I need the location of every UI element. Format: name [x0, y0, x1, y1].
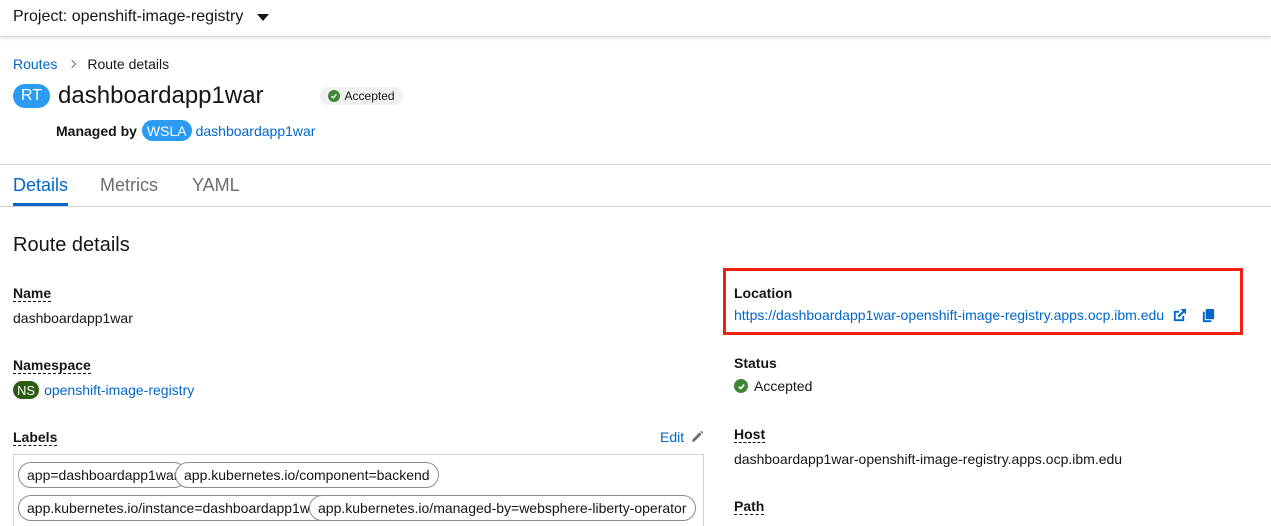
location-link[interactable]: https://dashboardapp1war-openshift-image… [734, 307, 1164, 323]
label-chip: app=dashboardapp1war [18, 462, 188, 488]
managed-by-link[interactable]: dashboardapp1war [196, 123, 316, 139]
namespace-link[interactable]: openshift-image-registry [44, 382, 194, 398]
tab-details[interactable]: Details [13, 175, 68, 196]
labels-box: app=dashboardapp1war app.kubernetes.io/c… [13, 454, 704, 526]
check-circle-icon [327, 90, 340, 102]
caret-down-icon [257, 13, 270, 21]
name-label: Name [13, 285, 52, 302]
status-value-label: Accepted [754, 378, 813, 394]
label-chip: app.kubernetes.io/managed-by=websphere-l… [309, 495, 696, 521]
section-title: Route details [13, 234, 130, 256]
active-tab-indicator [13, 203, 68, 206]
pencil-icon [692, 430, 704, 442]
tab-metrics[interactable]: Metrics [100, 175, 158, 196]
location-value: https://dashboardapp1war-openshift-image… [734, 307, 1216, 323]
name-value: dashboardapp1war [13, 310, 133, 326]
check-circle-icon [734, 379, 748, 393]
location-label: Location [734, 285, 793, 301]
copy-icon[interactable] [1201, 308, 1216, 323]
project-selector-label: Project: openshift-image-registry [13, 8, 244, 25]
edit-labels-button[interactable]: Edit [660, 429, 704, 445]
project-bar: Project: openshift-image-registry [0, 0, 1271, 37]
host-label: Host [734, 426, 766, 443]
location-highlight-box [723, 268, 1243, 335]
namespace-badge: NS [13, 381, 40, 399]
namespace-label: Namespace [13, 357, 91, 374]
namespace-value: NS openshift-image-registry [13, 381, 194, 399]
status-badge-label: Accepted [344, 89, 395, 103]
status-value: Accepted [734, 378, 812, 394]
external-link-icon[interactable] [1172, 308, 1187, 323]
tab-yaml[interactable]: YAML [192, 175, 240, 196]
page-header: RT dashboardapp1war Accepted [13, 82, 403, 110]
labels-label: Labels [13, 429, 58, 446]
host-value: dashboardapp1war-openshift-image-registr… [734, 451, 1123, 467]
tab-bar: Details Metrics YAML [0, 165, 1271, 207]
path-label: Path [734, 498, 765, 515]
resource-type-badge: RT [13, 84, 51, 108]
managed-by: Managed by WSLA dashboardapp1war [56, 120, 315, 141]
label-chip: app.kubernetes.io/instance=dashboardapp1… [18, 495, 332, 521]
managed-by-label: Managed by [56, 122, 137, 139]
label-chip: app.kubernetes.io/component=backend [175, 462, 439, 488]
status-label: Status [734, 355, 777, 371]
breadcrumb-routes-link[interactable]: Routes [13, 56, 57, 72]
owner-type-badge: WSLA [141, 120, 192, 141]
project-selector[interactable]: Project: openshift-image-registry [13, 6, 270, 28]
page-title: dashboardapp1war [58, 82, 264, 109]
breadcrumb: Routes Route details [13, 56, 169, 72]
breadcrumb-current: Route details [87, 56, 170, 72]
status-badge: Accepted [319, 87, 403, 105]
edit-labels-label: Edit [660, 429, 685, 445]
chevron-right-icon [68, 59, 77, 69]
